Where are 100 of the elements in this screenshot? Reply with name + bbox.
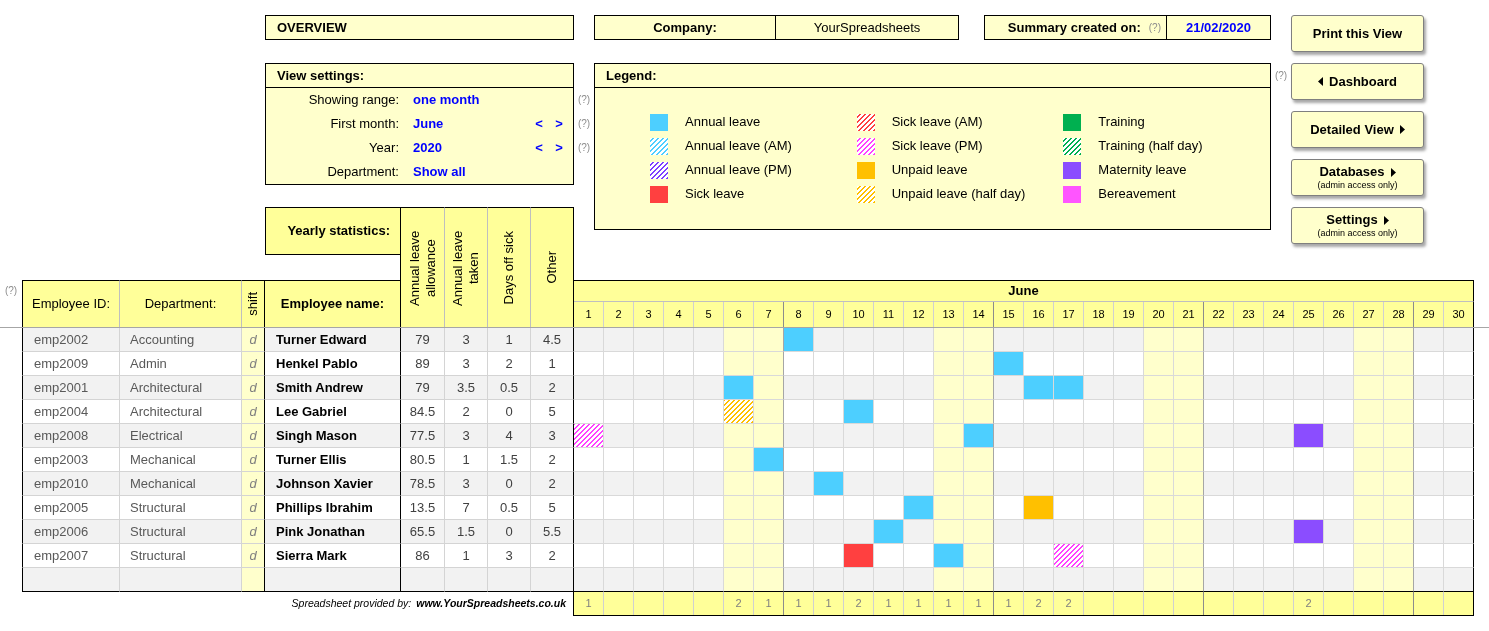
day-number: 5 (694, 302, 724, 327)
column-header: Employee name: (265, 280, 400, 327)
day-total: 2 (1024, 592, 1054, 615)
help-mark: (?) (577, 143, 591, 153)
shift-code: d (242, 472, 265, 496)
day-number: 13 (934, 302, 964, 327)
legend-label: Sick leave (PM) (891, 137, 983, 156)
setting-label: Department: (326, 163, 399, 182)
column-header: Days off sick (488, 207, 531, 327)
day-number: 27 (1354, 302, 1384, 327)
day-total: 1 (754, 592, 784, 615)
blank-cell (445, 568, 488, 592)
column-header: Annual leave taken (445, 207, 488, 327)
shift-code: d (242, 400, 265, 424)
detailed-view-button[interactable]: Detailed View (1291, 111, 1424, 148)
blank-cell (401, 568, 445, 592)
day-total: 1 (904, 592, 934, 615)
day-total: 2 (1294, 592, 1324, 615)
help-mark: (?) (577, 119, 591, 129)
field-label: Summary created on: (1007, 18, 1141, 37)
triangle-right-icon (1390, 167, 1396, 177)
triangle-right-icon (1383, 215, 1389, 225)
legend-label: Annual leave (PM) (685, 161, 792, 180)
credit-label: Spreadsheet provided by: (291, 596, 412, 612)
previous-button[interactable]: < (535, 114, 543, 134)
day-number: 30 (1444, 302, 1474, 327)
shift-cell (242, 568, 265, 592)
day-number: 23 (1234, 302, 1264, 327)
field-value: YourSpreadsheets (812, 18, 922, 37)
day-number: 28 (1384, 302, 1414, 327)
help-mark: (?) (1274, 71, 1288, 81)
shift-code: d (242, 328, 265, 352)
day-total: 1 (784, 592, 814, 615)
setting-value[interactable]: one month (413, 90, 480, 110)
legend-label: Unpaid leave (891, 161, 968, 180)
dashboard-button[interactable]: Dashboard (1291, 63, 1424, 100)
legend-label: Training (1098, 113, 1145, 132)
triangle-left-icon (1318, 77, 1324, 86)
setting-label: Year: (368, 139, 399, 158)
next-button[interactable]: > (555, 138, 563, 158)
shift-code: d (242, 424, 265, 448)
page-title: OVERVIEW (265, 15, 574, 40)
day-total: 2 (1054, 592, 1084, 615)
panel-title: View settings: (266, 64, 573, 88)
help-mark: (?) (577, 95, 591, 105)
next-button[interactable]: > (555, 114, 563, 134)
day-number: 15 (994, 302, 1024, 327)
day-total: 2 (844, 592, 874, 615)
legend-label: Bereavement (1098, 185, 1176, 204)
day-total: 1 (874, 592, 904, 615)
column-header: Annual leave allowance (401, 207, 445, 327)
day-number: 12 (904, 302, 934, 327)
day-number: 7 (754, 302, 784, 327)
day-number: 4 (664, 302, 694, 327)
day-number: 6 (724, 302, 754, 327)
panel-title: Legend: (595, 64, 1270, 88)
day-number: 2 (604, 302, 634, 327)
day-number: 20 (1144, 302, 1174, 327)
website-link[interactable]: www.YourSpreadsheets.co.uk (416, 596, 566, 612)
previous-button[interactable]: < (535, 138, 543, 158)
legend-label: Training (half day) (1098, 137, 1203, 156)
day-number: 16 (1024, 302, 1054, 327)
day-number: 26 (1324, 302, 1354, 327)
setting-label: Showing range: (307, 91, 399, 110)
shift-code: d (242, 520, 265, 544)
setting-value[interactable]: 2020 (413, 138, 442, 158)
setting-value[interactable]: Show all (413, 162, 466, 182)
legend-label: Unpaid leave (half day) (891, 185, 1026, 204)
day-number: 14 (964, 302, 994, 327)
day-total: 1 (934, 592, 964, 615)
day-number: 25 (1294, 302, 1324, 327)
legend-label: Sick leave (685, 185, 745, 204)
field-label: Company: (595, 16, 776, 39)
day-number: 24 (1264, 302, 1294, 327)
day-number: 19 (1114, 302, 1144, 327)
column-header: shift (242, 280, 265, 327)
setting-value[interactable]: June (413, 114, 444, 134)
legend-label: Annual leave (685, 113, 761, 132)
blank-cell (488, 568, 531, 592)
shift-code: d (242, 448, 265, 472)
print-button[interactable]: Print this View (1291, 15, 1424, 52)
day-number: 29 (1414, 302, 1444, 327)
day-number: 18 (1084, 302, 1114, 327)
databases-button[interactable]: Databases (admin access only) (1291, 159, 1424, 196)
settings-button[interactable]: Settings (admin access only) (1291, 207, 1424, 244)
day-number: 10 (844, 302, 874, 327)
day-total: 1 (964, 592, 994, 615)
day-number: 9 (814, 302, 844, 327)
field-value: 21/02/2020 (1184, 18, 1253, 37)
shift-code: d (242, 496, 265, 520)
help-mark: (?) (4, 286, 18, 298)
triangle-right-icon (1399, 125, 1405, 134)
day-number: 22 (1204, 302, 1234, 327)
shift-code: d (242, 376, 265, 400)
legend-label: Sick leave (AM) (891, 113, 983, 132)
day-number: 3 (634, 302, 664, 327)
section-title: Yearly statistics: (265, 207, 400, 255)
day-number: 11 (874, 302, 904, 327)
column-header: Other (531, 207, 574, 327)
day-total: 1 (994, 592, 1024, 615)
